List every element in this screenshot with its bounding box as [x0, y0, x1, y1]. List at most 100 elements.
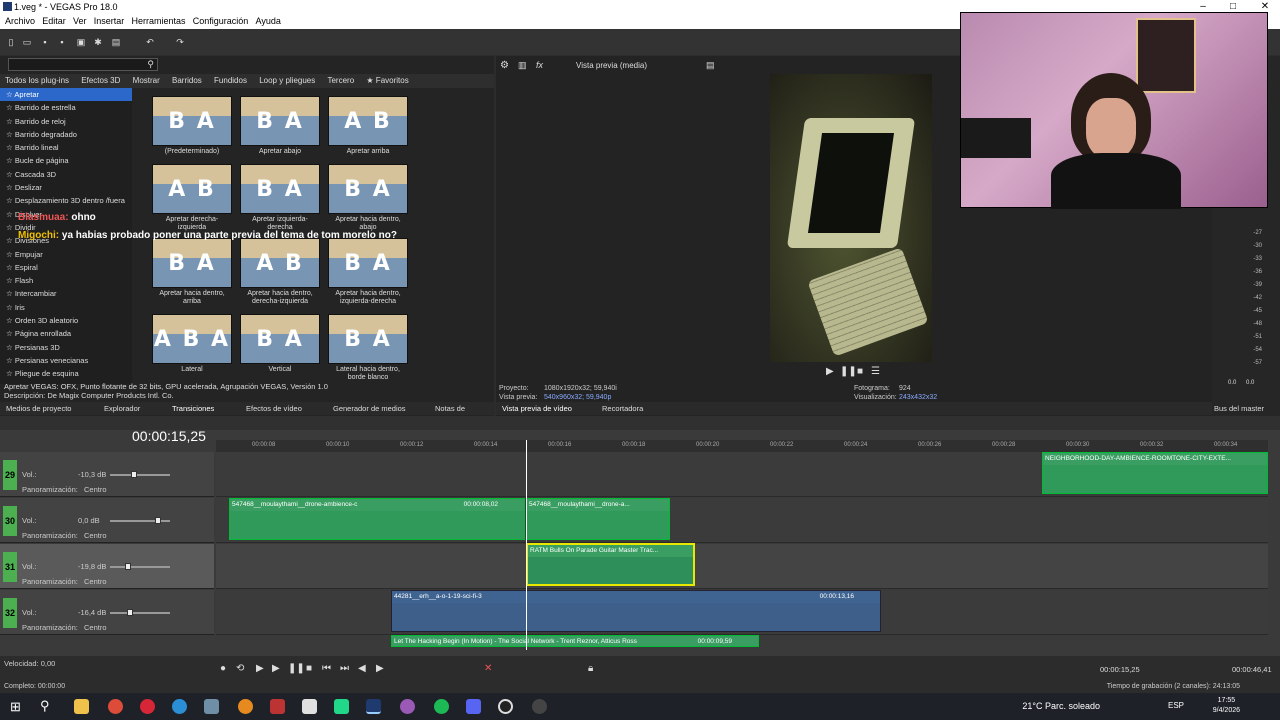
tree-item[interactable]: ☆ Barrido degradado [0, 128, 132, 141]
settings-icon[interactable]: ⚙ [500, 60, 509, 71]
tree-item[interactable]: ☆ Orden 3D aleatorio [0, 314, 132, 327]
menu-editar[interactable]: Editar [42, 14, 66, 29]
edge-icon[interactable] [172, 699, 187, 714]
tree-item[interactable]: ☆ Barrido lineal [0, 141, 132, 154]
thumbnail[interactable]: B A (Predeterminado) [152, 96, 232, 156]
tab-barridos[interactable]: Barridos [172, 74, 202, 88]
vegas-icon[interactable] [366, 699, 381, 714]
spotify-icon[interactable] [434, 699, 449, 714]
chrome-icon[interactable] [108, 699, 123, 714]
menu-ayuda[interactable]: Ayuda [256, 14, 281, 29]
app-icon[interactable] [238, 699, 253, 714]
audio-clip[interactable]: 547468__moulaythami__drone-a... [526, 498, 670, 540]
search-input[interactable]: ⚲ [8, 58, 158, 71]
thumbnail[interactable]: B A Lateral hacia dentro, borde blanco [328, 314, 408, 382]
copy-snapshot-icon[interactable]: ▤ [706, 60, 715, 71]
save-as-icon[interactable]: ▪ [57, 37, 67, 47]
preview-quality-select[interactable]: Vista previa (media) [576, 61, 647, 70]
opera-icon[interactable] [140, 699, 155, 714]
tab-favoritos[interactable]: ★ Favoritos [366, 74, 408, 88]
go-start-icon[interactable]: ⏮ [322, 663, 331, 674]
tree-item[interactable]: ☆ Pliegue de esquina [0, 367, 132, 380]
audio-clip-selected[interactable]: RATM Bulls On Parade Guitar Master Trac.… [526, 543, 695, 586]
properties-icon[interactable]: ✱ [93, 37, 103, 47]
vol-slider-knob[interactable] [125, 563, 131, 570]
pause-icon[interactable]: ❚❚ [840, 366, 857, 377]
vol-slider-knob[interactable] [127, 609, 133, 616]
tab-efectos-video[interactable]: Efectos de vídeo [246, 402, 302, 415]
obs-icon[interactable] [498, 699, 513, 714]
tab-tercero[interactable]: Tercero [327, 74, 354, 88]
app-icon[interactable] [302, 699, 317, 714]
windows-start-icon[interactable]: ⊞ [10, 699, 21, 715]
play-icon[interactable]: ▶ [256, 663, 264, 674]
tree-item[interactable]: ☆ Cascada 3D [0, 168, 132, 181]
tab-notas[interactable]: Notas de [435, 402, 465, 415]
weather-widget[interactable]: 21°C Parc. soleado [1022, 701, 1100, 711]
track-header[interactable]: 30 Vol.: 0,0 dB Panoramización: Centro [0, 498, 214, 543]
stop-icon[interactable]: ■ [306, 663, 312, 674]
play-from-start-icon[interactable]: ▶ [272, 663, 280, 674]
tab-recortadora[interactable]: Recortadora [602, 402, 643, 415]
split-icon[interactable]: ▥ [518, 60, 527, 71]
pause-icon[interactable]: ❚❚ [288, 663, 305, 674]
pycharm-icon[interactable] [334, 699, 349, 714]
thumbnail[interactable]: A B Apretar hacia dentro, derecha-izquier… [240, 238, 320, 306]
record-icon[interactable]: ● [220, 663, 226, 674]
copy-icon[interactable]: ▤ [111, 37, 121, 47]
language-indicator[interactable]: ESP [1168, 701, 1184, 710]
menu-herramientas[interactable]: Herramientas [132, 14, 186, 29]
tab-fundidos[interactable]: Fundidos [214, 74, 247, 88]
audio-clip[interactable]: 547468__moulaythami__drone-ambience-c 00… [229, 498, 525, 540]
thumbnail[interactable]: B A Apretar hacia dentro, izquierda-derec… [328, 238, 408, 306]
prev-frame-icon[interactable]: ◀ [358, 663, 366, 674]
tab-efectos-3d[interactable]: Efectos 3D [81, 74, 120, 88]
tab-medios[interactable]: Medios de proyecto [6, 402, 71, 415]
track-header[interactable]: 32 Vol.: -16,4 dB Panoramización: Centro [0, 590, 214, 635]
render-icon[interactable]: ▣ [76, 37, 86, 47]
tree-item[interactable]: ☆ Empujar [0, 248, 132, 261]
tree-item[interactable]: ☆ Deslizar [0, 181, 132, 194]
vol-slider[interactable] [110, 474, 170, 476]
clock[interactable]: 17:55 9/4/2026 [1213, 696, 1240, 716]
thumbnail[interactable]: B A Apretar abajo [240, 96, 320, 156]
tree-item[interactable]: ☆ Apretar [0, 88, 132, 102]
audio-clip[interactable]: 44281__erh__a-o-1-19-sci-fi-3 00:00:13,1… [391, 590, 881, 632]
go-end-icon[interactable]: ⏭ [340, 663, 349, 674]
thumbnail[interactable]: A B A Lateral [152, 314, 232, 374]
tree-item[interactable]: ☆ Flash [0, 274, 132, 287]
tree-item[interactable]: ☆ Persianas 3D [0, 341, 132, 354]
tab-loop[interactable]: Loop y pliegues [259, 74, 315, 88]
app-icon[interactable] [270, 699, 285, 714]
undo-icon[interactable]: ↶ [145, 37, 155, 47]
tree-item[interactable]: ☆ Iris [0, 301, 132, 314]
thumbnail[interactable]: B A Apretar hacia dentro, arriba [152, 238, 232, 306]
fx-icon[interactable]: fx [536, 60, 543, 70]
tree-item[interactable]: ☆ Barrido de reloj [0, 115, 132, 128]
track-header-selected[interactable]: 31 Vol.: -19,8 dB Panoramización: Centro [0, 544, 214, 589]
tab-transiciones[interactable]: Transiciones [172, 402, 214, 415]
app-icon[interactable] [532, 699, 547, 714]
tree-item[interactable]: ☆ Intercambiar [0, 287, 132, 300]
thumbnail[interactable]: A B Apretar arriba [328, 96, 408, 156]
track-header[interactable]: 29 Vol.: -10,3 dB Panoramización: Centro [0, 452, 214, 497]
discord-icon[interactable] [466, 699, 481, 714]
vol-slider-knob[interactable] [155, 517, 161, 524]
stop-icon[interactable]: ■ [857, 366, 863, 377]
time-ruler[interactable]: 00:00:08 00:00:10 00:00:12 00:00:14 00:0… [216, 440, 1268, 452]
tree-item[interactable]: ☆ Desplazamiento 3D dentro /fuera [0, 194, 132, 207]
menu-insertar[interactable]: Insertar [94, 14, 125, 29]
tab-todos[interactable]: Todos los plug-ins [5, 74, 69, 88]
tree-item[interactable]: ☆ Bucle de página [0, 154, 132, 167]
playhead-cursor[interactable] [526, 440, 527, 650]
tree-item[interactable]: ☆ Barrido de estrella [0, 101, 132, 114]
vol-slider-knob[interactable] [131, 471, 137, 478]
tab-explorador[interactable]: Explorador [104, 402, 140, 415]
thumbnail[interactable]: B A Vertical [240, 314, 320, 374]
file-explorer-icon[interactable] [74, 699, 89, 714]
next-frame-icon[interactable]: ▶ [376, 663, 384, 674]
vol-slider[interactable] [110, 520, 170, 522]
menu-configuracion[interactable]: Configuración [193, 14, 249, 29]
delete-icon[interactable]: ✕ [484, 663, 492, 674]
redo-icon[interactable]: ↷ [175, 37, 185, 47]
